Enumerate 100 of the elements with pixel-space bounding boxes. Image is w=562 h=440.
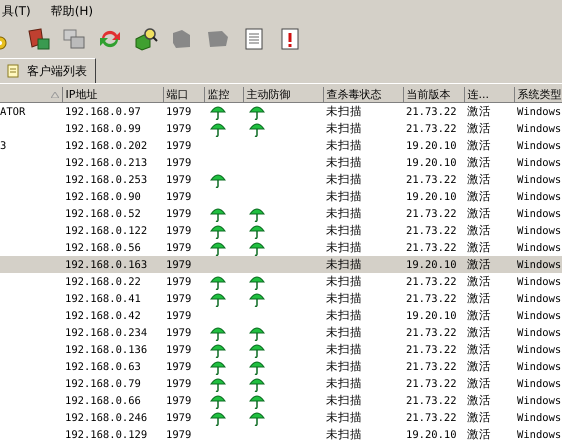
table-cell: 192.168.0.129 — [65, 428, 148, 440]
table-row[interactable]: 192.168.0.41 1979 未扫描 21.73.22 激活 Windows — [0, 290, 562, 307]
table-cell: 19.20.10 — [406, 258, 457, 270]
computers-icon[interactable] — [62, 26, 86, 50]
table-cell: 192.168.0.99 — [65, 122, 141, 134]
table-cell: 未扫描 — [326, 240, 362, 254]
table-row[interactable]: 192.168.0.22 1979 未扫描 21.73.22 激活 Windows — [0, 273, 562, 290]
table-cell: 激活 — [467, 274, 491, 288]
table-cell: 192.168.0.42 — [65, 310, 141, 322]
table-row[interactable]: 192.168.0.99 1979 未扫描 21.73.22 激活 Windows — [0, 120, 562, 137]
table-cell: 激活 — [467, 308, 491, 322]
table-row[interactable]: 192.168.0.246 1979 未扫描 21.73.22 激活 Windows — [0, 409, 562, 426]
table-cell: 激活 — [467, 189, 491, 203]
table-cell: 激活 — [467, 223, 491, 237]
table-row[interactable]: 192.168.0.136 1979 未扫描 21.73.22 激活 Windows — [0, 341, 562, 358]
table-cell: Windows — [517, 378, 562, 390]
table-cell: 192.168.0.202 — [65, 140, 148, 152]
table-cell: Windows — [517, 242, 562, 254]
table-cell: 激活 — [467, 342, 491, 356]
table-row[interactable]: 192.168.0.66 1979 未扫描 21.73.22 激活 Windows — [0, 392, 562, 409]
table-cell: 激活 — [467, 376, 491, 390]
table-cell: 1979 — [166, 190, 192, 202]
column-header[interactable]: 主动防御 — [243, 87, 323, 102]
table-cell: Windows — [517, 122, 562, 134]
column-header[interactable]: IP地址 — [62, 87, 163, 102]
table-cell: 192.168.0.90 — [65, 190, 141, 202]
table-cell: 19.20.10 — [406, 140, 457, 152]
table-cell: 未扫描 — [326, 325, 362, 339]
table-cell: 21.73.22 — [406, 208, 457, 220]
table-cell: 激活 — [467, 427, 491, 440]
table-cell: 192.168.0.97 — [65, 106, 141, 118]
menu-item[interactable]: 具(T) — [0, 2, 33, 20]
table-cell: 未扫描 — [326, 342, 362, 356]
table-cell: 19.20.10 — [406, 428, 457, 440]
table-cell: 192.168.0.234 — [65, 326, 148, 338]
table-row[interactable]: 192.168.0.90 1979 未扫描 19.20.10 激活 Windows — [0, 188, 562, 205]
table-cell: 192.168.0.246 — [65, 412, 148, 424]
table-cell: Windows — [517, 394, 562, 406]
table-cell: 1979 — [166, 326, 192, 338]
table-cell: Windows — [517, 428, 562, 440]
table-cell: 未扫描 — [326, 189, 362, 203]
table-row[interactable]: 192.168.0.234 1979 未扫描 21.73.22 激活 Windows — [0, 324, 562, 341]
table-cell: 未扫描 — [326, 359, 362, 373]
table-cell: 21.73.22 — [406, 174, 457, 186]
table-cell: 激活 — [467, 206, 491, 220]
column-header[interactable] — [0, 87, 62, 102]
column-header[interactable]: 查杀毒状态 — [323, 87, 403, 102]
tab[interactable]: 客户端列表 — [0, 58, 96, 83]
table-row[interactable]: 192.168.0.163 1979 未扫描 19.20.10 激活 Windows — [0, 256, 562, 273]
box-magnifier-icon[interactable] — [134, 26, 158, 50]
table-row[interactable]: 192.168.0.129 1979 未扫描 19.20.10 激活 Windows — [0, 426, 562, 440]
table-cell: 1979 — [166, 310, 192, 322]
table-row[interactable]: 192.168.0.79 1979 未扫描 21.73.22 激活 Windows — [0, 375, 562, 392]
table-row[interactable]: 3 192.168.0.202 1979 未扫描 19.20.10 激活 Windows — [0, 137, 562, 154]
table-cell: 21.73.22 — [406, 394, 457, 406]
table-cell: 未扫描 — [326, 206, 362, 220]
column-header[interactable]: 当前版本 — [403, 87, 464, 102]
table-cell: 未扫描 — [326, 308, 362, 322]
table-row[interactable]: 192.168.0.56 1979 未扫描 21.73.22 激活 Windows — [0, 239, 562, 256]
menu-item[interactable]: 帮助(H) — [48, 2, 96, 20]
table-row[interactable]: 192.168.0.63 1979 未扫描 21.73.22 激活 Windows — [0, 358, 562, 375]
table-cell: 19.20.10 — [406, 156, 457, 168]
table-cell: 192.168.0.66 — [65, 394, 141, 406]
table-cell: Windows — [517, 174, 562, 186]
table-cell: 未扫描 — [326, 410, 362, 424]
table-row[interactable]: 192.168.0.122 1979 未扫描 21.73.22 激活 Windows — [0, 222, 562, 239]
table-cell: Windows — [517, 208, 562, 220]
column-header[interactable]: 连... — [464, 87, 514, 102]
table-cell: 1979 — [166, 106, 192, 118]
table-cell: 21.73.22 — [406, 106, 457, 118]
table-row[interactable]: ATOR 192.168.0.97 1979 未扫描 21.73.22 激活 Windows — [0, 102, 562, 120]
table-row[interactable]: 192.168.0.52 1979 未扫描 21.73.22 激活 Windows — [0, 205, 562, 222]
column-header[interactable]: 监控 — [204, 87, 243, 102]
table-cell: 3 — [0, 140, 6, 152]
table-row[interactable]: 192.168.0.42 1979 未扫描 19.20.10 激活 Windows — [0, 307, 562, 324]
table-cell: Windows — [517, 224, 562, 236]
table-cell: 未扫描 — [326, 138, 362, 152]
table-cell: 192.168.0.163 — [65, 258, 148, 270]
table-cell: 激活 — [467, 359, 491, 373]
table-cell: 1979 — [166, 394, 192, 406]
table-cell: Windows — [517, 360, 562, 372]
table-cell: 激活 — [467, 172, 491, 186]
table-cell: 1979 — [166, 344, 192, 356]
table-cell: 1979 — [166, 276, 192, 288]
table-row[interactable]: 192.168.0.213 1979 未扫描 19.20.10 激活 Windows — [0, 154, 562, 171]
column-header[interactable]: 系统类型 — [514, 87, 562, 102]
table-cell: 未扫描 — [326, 257, 362, 271]
table-cell: 1979 — [166, 156, 192, 168]
table-cell: 未扫描 — [326, 121, 362, 135]
table-row[interactable]: 192.168.0.253 1979 未扫描 21.73.22 激活 Windows — [0, 171, 562, 188]
table-cell: 192.168.0.253 — [65, 174, 148, 186]
table-cell: 未扫描 — [326, 172, 362, 186]
column-header[interactable]: 端口 — [163, 87, 204, 102]
table-cell: 21.73.22 — [406, 276, 457, 288]
table-cell: 激活 — [467, 138, 491, 152]
table-cell: 21.73.22 — [406, 224, 457, 236]
table-cell: 激活 — [467, 155, 491, 169]
table-cell: 1979 — [166, 242, 192, 254]
table-cell: 未扫描 — [326, 223, 362, 237]
table-cell: 1979 — [166, 224, 192, 236]
